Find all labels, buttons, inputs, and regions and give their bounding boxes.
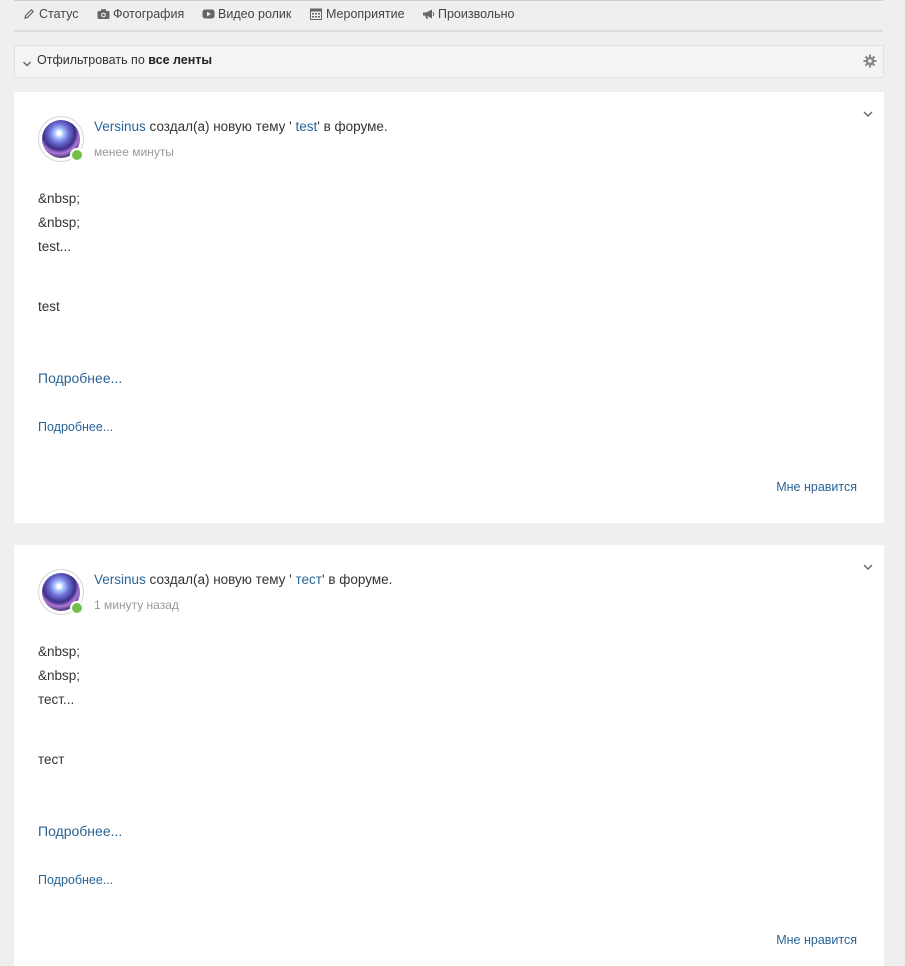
megaphone-icon <box>421 7 435 21</box>
action-text: создал(а) новую тему <box>149 119 286 134</box>
tab-custom[interactable]: Произвольно <box>421 5 514 23</box>
tab-label: Видео ролик <box>218 7 292 21</box>
composer-tab-bar: Статус Фотография Видео ролик Мероприяти… <box>14 0 883 32</box>
post-body-line: &nbsp; <box>38 668 81 683</box>
tab-photo[interactable]: Фотография <box>96 5 184 23</box>
topic-link[interactable]: test <box>296 119 318 134</box>
post-timestamp[interactable]: 1 минуту назад <box>94 598 179 612</box>
read-more-link[interactable]: Подробнее... <box>38 370 122 386</box>
post-timestamp[interactable]: менее минуты <box>94 145 174 159</box>
read-more-link-small[interactable]: Подробнее... <box>38 873 113 887</box>
video-icon <box>201 7 215 21</box>
activity-post: Versinus создал(а) новую тему ' test' в … <box>14 92 884 523</box>
post-headline: Versinus создал(а) новую тему ' тест' в … <box>94 572 392 587</box>
forum-suffix: в форуме. <box>323 119 388 134</box>
tab-label: Произвольно <box>438 7 515 21</box>
tab-label: Статус <box>39 7 79 21</box>
quote-close: ' <box>317 119 320 134</box>
author-link[interactable]: Versinus <box>94 119 146 134</box>
like-button[interactable]: Мне нравится <box>776 480 857 494</box>
online-status-dot <box>70 148 84 162</box>
chevron-down-icon[interactable] <box>862 559 874 570</box>
avatar[interactable] <box>38 569 84 615</box>
pencil-icon <box>22 7 36 21</box>
read-more-link-small[interactable]: Подробнее... <box>38 420 113 434</box>
post-body-line: тест... <box>38 692 75 707</box>
post-body-line: &nbsp; <box>38 191 81 206</box>
post-headline: Versinus создал(а) новую тему ' test' в … <box>94 119 388 134</box>
post-body-extra: test <box>38 299 60 314</box>
camera-icon <box>96 7 110 21</box>
filter-prefix: Отфильтровать по <box>37 53 145 67</box>
feed-filter-bar: Отфильтровать по все ленты <box>14 45 884 78</box>
tab-video[interactable]: Видео ролик <box>201 5 291 23</box>
gear-icon[interactable] <box>863 54 877 68</box>
quote-close: ' <box>321 572 325 587</box>
tab-event[interactable]: Мероприятие <box>309 5 405 23</box>
topic-link[interactable]: тест <box>296 572 322 587</box>
like-button[interactable]: Мне нравится <box>776 933 857 947</box>
read-more-link[interactable]: Подробнее... <box>38 823 122 839</box>
post-body-line: &nbsp; <box>38 644 81 659</box>
filter-value: все ленты <box>148 53 213 67</box>
tab-label: Фотография <box>113 7 185 21</box>
action-text: создал(а) новую тему <box>149 572 286 587</box>
tab-label: Мероприятие <box>326 7 405 21</box>
forum-suffix: в форуме. <box>328 572 393 587</box>
chevron-down-icon[interactable] <box>862 106 874 117</box>
chevron-down-icon[interactable] <box>22 56 32 67</box>
filter-label[interactable]: Отфильтровать по все ленты <box>37 53 212 67</box>
calendar-icon <box>309 7 323 21</box>
avatar[interactable] <box>38 116 84 162</box>
author-link[interactable]: Versinus <box>94 572 146 587</box>
post-body-extra: тест <box>38 752 65 767</box>
tab-status[interactable]: Статус <box>22 5 79 23</box>
online-status-dot <box>70 601 84 615</box>
post-body-line: test... <box>38 239 72 254</box>
activity-post: Versinus создал(а) новую тему ' тест' в … <box>14 545 884 966</box>
post-body-line: &nbsp; <box>38 215 81 230</box>
